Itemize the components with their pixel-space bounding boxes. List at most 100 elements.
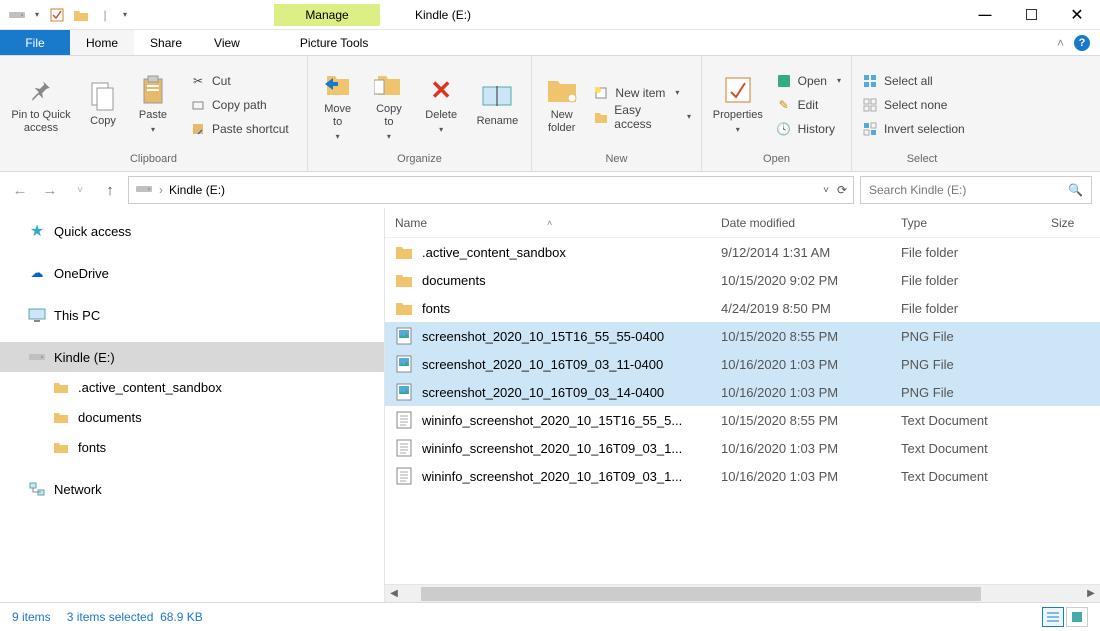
horizontal-scrollbar[interactable]: ◀ ▶ (385, 584, 1100, 602)
edit-button[interactable]: ✎Edit (772, 94, 845, 116)
properties-button[interactable]: Properties▾ (708, 61, 768, 149)
up-button[interactable]: ↑ (98, 178, 122, 202)
address-dropdown[interactable]: ˅ (823, 185, 829, 196)
file-date: 10/16/2020 1:03 PM (721, 357, 901, 372)
file-row[interactable]: screenshot_2020_10_16T09_03_14-040010/16… (385, 378, 1100, 406)
nav-onedrive[interactable]: ☁OneDrive (0, 258, 384, 288)
cut-button[interactable]: ✂Cut (186, 70, 293, 92)
file-type: PNG File (901, 329, 1051, 344)
navigation-pane: ★Quick access ☁OneDrive This PC Kindle (… (0, 208, 385, 602)
recent-dropdown[interactable]: ˅ (68, 178, 92, 202)
new-folder-button[interactable]: New folder (538, 61, 585, 149)
column-name[interactable]: Name˄ (395, 216, 721, 230)
text-icon (395, 411, 413, 429)
file-row[interactable]: wininfo_screenshot_2020_10_16T09_03_1...… (385, 462, 1100, 490)
scroll-thumb[interactable] (421, 587, 981, 601)
column-date[interactable]: Date modified (721, 216, 901, 230)
address-bar[interactable]: › Kindle (E:) ˅ ⟳ (128, 176, 854, 204)
properties-icon[interactable] (46, 4, 68, 26)
nav-folder-fonts[interactable]: fonts (0, 432, 384, 462)
file-name: screenshot_2020_10_16T09_03_14-0400 (422, 385, 664, 400)
view-large-icons-button[interactable] (1066, 607, 1088, 627)
nav-quick-access[interactable]: ★Quick access (0, 216, 384, 246)
window-title: Kindle (E:) (415, 8, 471, 22)
copy-button[interactable]: Copy (80, 61, 126, 149)
group-label-organize: Organize (308, 153, 531, 171)
address-drive-icon (135, 183, 153, 197)
group-label-new: New (532, 153, 701, 171)
column-size[interactable]: Size (1051, 216, 1091, 230)
group-label-clipboard: Clipboard (0, 153, 307, 171)
search-input[interactable]: Search Kindle (E:) 🔍 (860, 176, 1092, 204)
select-all-button[interactable]: Select all (858, 70, 969, 92)
tab-share[interactable]: Share (134, 30, 198, 55)
tab-picture-tools[interactable]: Picture Tools (280, 30, 388, 55)
invert-selection-button[interactable]: Invert selection (858, 118, 969, 140)
nav-folder-documents[interactable]: documents (0, 402, 384, 432)
move-to-button[interactable]: Move to▾ (314, 61, 361, 149)
nav-network[interactable]: Network (0, 474, 384, 504)
file-type: File folder (901, 301, 1051, 316)
file-name: wininfo_screenshot_2020_10_15T16_55_5... (422, 413, 682, 428)
file-row[interactable]: .active_content_sandbox9/12/2014 1:31 AM… (385, 238, 1100, 266)
scroll-left[interactable]: ◀ (385, 585, 403, 603)
scroll-right[interactable]: ▶ (1082, 585, 1100, 603)
status-item-count: 9 items (12, 610, 51, 624)
file-type: PNG File (901, 357, 1051, 372)
image-icon (395, 383, 413, 401)
file-row[interactable]: wininfo_screenshot_2020_10_15T16_55_5...… (385, 406, 1100, 434)
tab-view[interactable]: View (198, 30, 256, 55)
group-label-open: Open (702, 153, 851, 171)
folder-icon (70, 4, 92, 26)
ribbon-tabs: File Home Share View Picture Tools ˄ ? (0, 30, 1100, 56)
address-segment[interactable]: Kindle (E:) (169, 183, 225, 197)
minimize-button[interactable]: ― (962, 0, 1008, 30)
text-icon (395, 439, 413, 457)
tab-file[interactable]: File (0, 30, 70, 55)
easy-access-button[interactable]: Easy access▾ (589, 106, 695, 128)
status-selected: 3 items selected 68.9 KB (67, 610, 203, 624)
drive-icon (6, 4, 28, 26)
forward-button[interactable]: → (38, 178, 62, 202)
nav-this-pc[interactable]: This PC (0, 300, 384, 330)
copy-path-button[interactable]: Copy path (186, 94, 293, 116)
file-name: fonts (422, 301, 450, 316)
image-icon (395, 355, 413, 373)
back-button[interactable]: ← (8, 178, 32, 202)
help-icon[interactable]: ? (1074, 35, 1090, 51)
new-item-button[interactable]: New item▾ (589, 82, 695, 104)
file-row[interactable]: screenshot_2020_10_15T16_55_55-040010/15… (385, 322, 1100, 350)
refresh-button[interactable]: ⟳ (837, 183, 847, 197)
open-button[interactable]: Open▾ (772, 70, 845, 92)
pin-to-quick-access-button[interactable]: Pin to Quick access (6, 61, 76, 149)
column-type[interactable]: Type (901, 216, 1051, 230)
file-date: 10/16/2020 1:03 PM (721, 469, 901, 484)
file-row[interactable]: wininfo_screenshot_2020_10_16T09_03_1...… (385, 434, 1100, 462)
file-row[interactable]: fonts4/24/2019 8:50 PMFile folder (385, 294, 1100, 322)
select-none-button[interactable]: Select none (858, 94, 969, 116)
paste-shortcut-button[interactable]: Paste shortcut (186, 118, 293, 140)
view-details-button[interactable] (1042, 607, 1064, 627)
ribbon: Pin to Quick access Copy Paste▾ ✂Cut Cop… (0, 56, 1100, 172)
file-name: wininfo_screenshot_2020_10_16T09_03_1... (422, 441, 682, 456)
file-name: documents (422, 273, 486, 288)
qat-customize[interactable]: ▾ (118, 4, 132, 26)
nav-kindle-drive[interactable]: Kindle (E:) (0, 342, 384, 372)
file-type: Text Document (901, 441, 1051, 456)
maximize-button[interactable] (1008, 0, 1054, 30)
close-button[interactable]: ✕ (1054, 0, 1100, 30)
address-dropdown-icon[interactable]: ▾ (30, 4, 44, 26)
file-row[interactable]: screenshot_2020_10_16T09_03_11-040010/16… (385, 350, 1100, 378)
file-row[interactable]: documents10/15/2020 9:02 PMFile folder (385, 266, 1100, 294)
file-date: 10/15/2020 9:02 PM (721, 273, 901, 288)
paste-button[interactable]: Paste▾ (130, 61, 176, 149)
history-button[interactable]: 🕓History (772, 118, 845, 140)
nav-folder-sandbox[interactable]: .active_content_sandbox (0, 372, 384, 402)
copy-to-button[interactable]: Copy to▾ (365, 61, 412, 149)
rename-button[interactable]: Rename (470, 61, 525, 149)
delete-button[interactable]: ✕Delete▾ (417, 61, 466, 149)
tab-home[interactable]: Home (70, 30, 134, 55)
file-name: wininfo_screenshot_2020_10_16T09_03_1... (422, 469, 682, 484)
ribbon-collapse-icon[interactable]: ˄ (1057, 36, 1064, 50)
status-bar: 9 items 3 items selected 68.9 KB (0, 602, 1100, 630)
